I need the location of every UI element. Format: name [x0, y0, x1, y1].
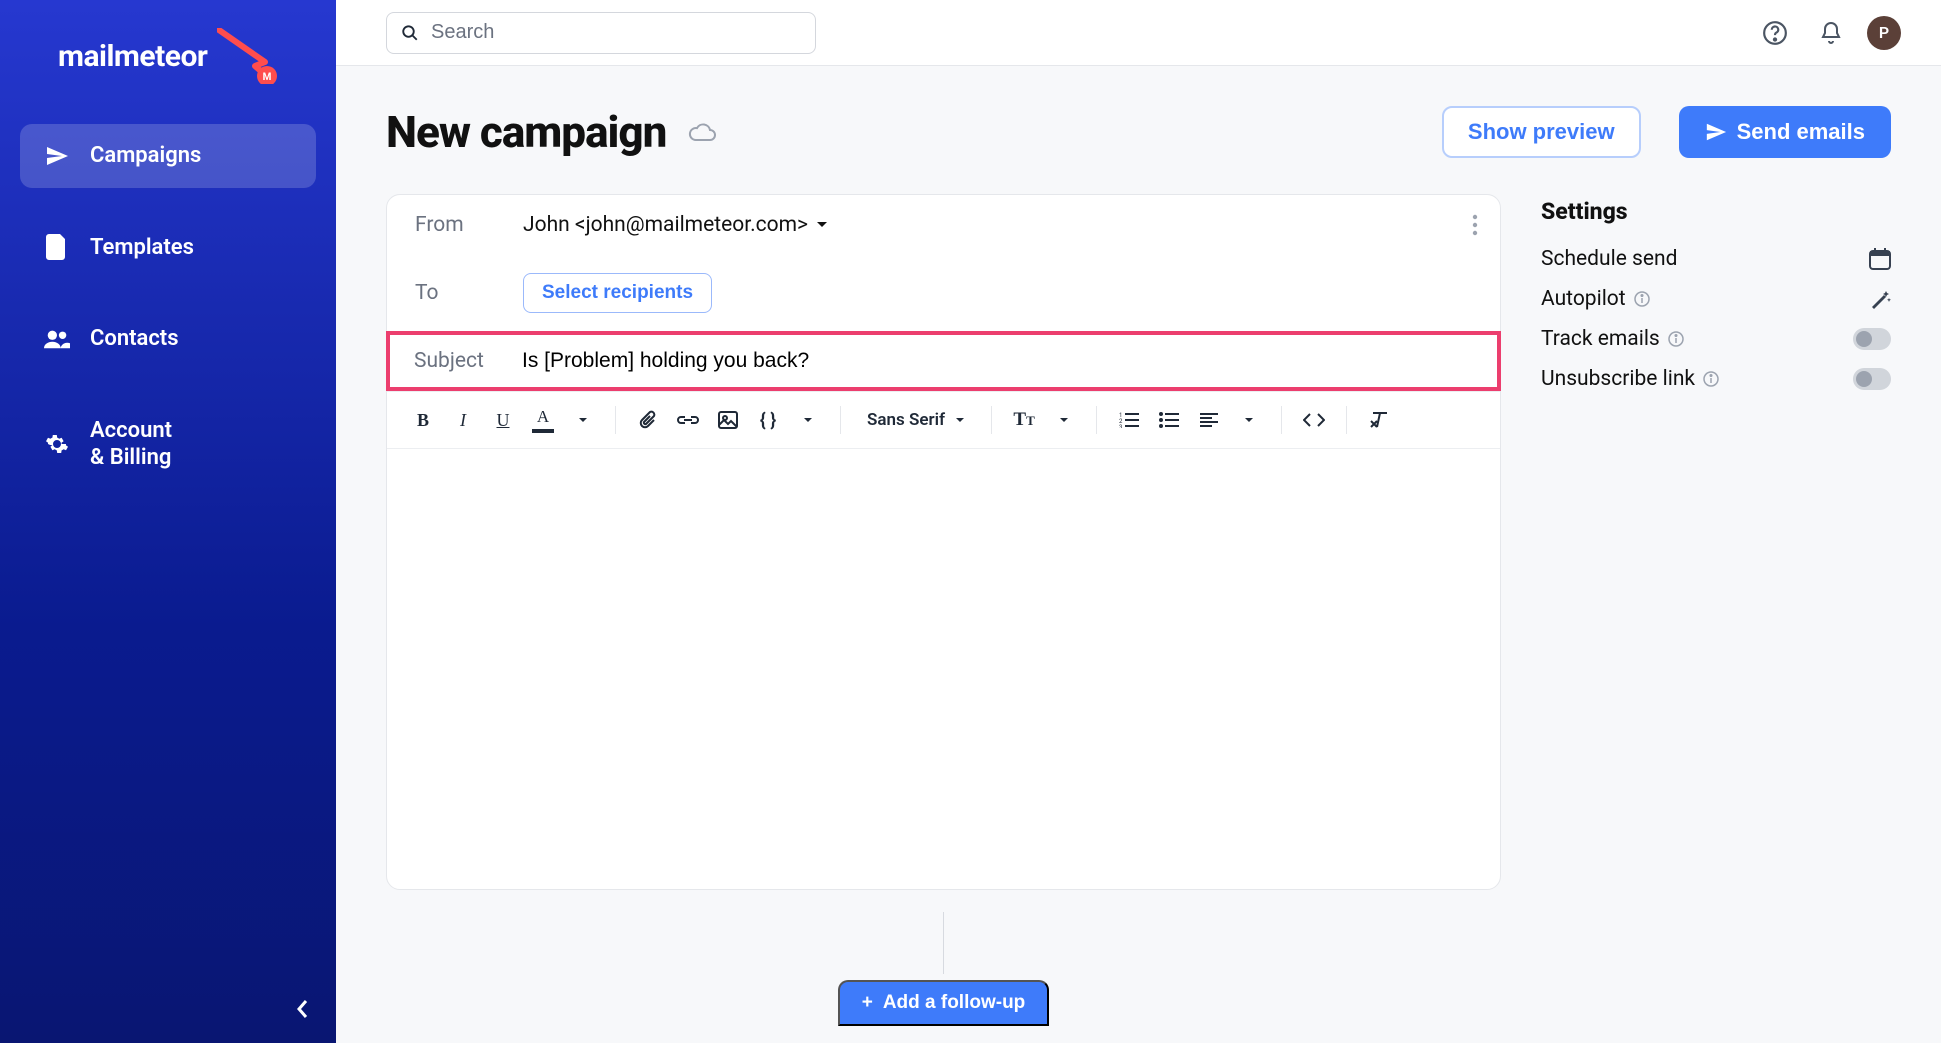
- editor-toolbar: B I U A: [387, 391, 1500, 449]
- from-value: John <john@mailmeteor.com>: [523, 213, 808, 237]
- svg-text:3: 3: [1119, 424, 1122, 428]
- align-caret[interactable]: [1231, 402, 1267, 438]
- svg-text:M: M: [263, 72, 272, 83]
- text-color-button[interactable]: A: [525, 402, 561, 438]
- setting-label: Track emails: [1541, 327, 1660, 351]
- meteor-icon: M: [217, 28, 277, 84]
- gear-icon: [44, 432, 70, 456]
- composer-card: From John <john@mailmeteor.com> To: [386, 194, 1501, 890]
- setting-label: Schedule send: [1541, 247, 1677, 271]
- button-label: Show preview: [1468, 119, 1615, 145]
- sidebar-item-label: Campaigns: [90, 142, 201, 170]
- page-header: New campaign Show preview Send emails: [386, 106, 1891, 158]
- help-button[interactable]: [1755, 13, 1795, 53]
- sidebar-item-account-billing[interactable]: Account & Billing: [20, 399, 316, 490]
- button-label: Add a follow-up: [883, 992, 1025, 1014]
- button-label: Send emails: [1737, 119, 1865, 145]
- caret-down-icon: [816, 221, 828, 229]
- calendar-icon[interactable]: [1869, 248, 1891, 270]
- font-name: Sans Serif: [867, 410, 945, 430]
- setting-schedule-send[interactable]: Schedule send: [1541, 247, 1891, 271]
- search-icon: [401, 24, 419, 42]
- info-icon: [1668, 331, 1684, 347]
- send-icon: [1705, 121, 1727, 143]
- avatar-initial: P: [1879, 23, 1889, 42]
- add-followup-button[interactable]: + Add a follow-up: [838, 980, 1050, 1026]
- search-box[interactable]: [386, 12, 816, 54]
- bold-button[interactable]: B: [405, 402, 441, 438]
- setting-label: Unsubscribe link: [1541, 367, 1695, 391]
- toggle-track-emails[interactable]: [1853, 328, 1891, 350]
- unordered-list-button[interactable]: [1151, 402, 1187, 438]
- text-size-caret[interactable]: [1046, 402, 1082, 438]
- image-button[interactable]: [710, 402, 746, 438]
- subject-input[interactable]: [522, 349, 1461, 373]
- font-selector[interactable]: Sans Serif: [855, 410, 977, 430]
- row-overflow-menu[interactable]: [1472, 214, 1478, 236]
- page-title: New campaign: [386, 106, 666, 158]
- settings-title: Settings: [1541, 198, 1891, 225]
- variables-button[interactable]: { }: [750, 402, 786, 438]
- variables-caret[interactable]: [790, 402, 826, 438]
- sidebar-collapse-button[interactable]: [296, 999, 310, 1019]
- sidebar-item-label: Contacts: [90, 325, 179, 353]
- info-icon: [1634, 291, 1650, 307]
- from-row: From John <john@mailmeteor.com>: [387, 195, 1500, 255]
- send-icon: [44, 144, 70, 168]
- send-emails-button[interactable]: Send emails: [1679, 106, 1891, 158]
- sidebar-nav: Campaigns Templates Contacts Account & B…: [0, 124, 336, 518]
- from-label: From: [415, 213, 523, 237]
- subject-row: Subject: [386, 331, 1501, 391]
- setting-autopilot[interactable]: Autopilot: [1541, 287, 1891, 311]
- magic-wand-icon[interactable]: [1869, 288, 1891, 310]
- sidebar-item-contacts[interactable]: Contacts: [20, 307, 316, 371]
- sidebar-item-label: Templates: [90, 234, 194, 262]
- select-recipients-button[interactable]: Select recipients: [523, 273, 712, 313]
- attachment-button[interactable]: [630, 402, 666, 438]
- file-icon: [44, 234, 70, 260]
- cloud-saved-icon: [688, 120, 718, 144]
- subject-label: Subject: [414, 349, 522, 373]
- text-color-caret[interactable]: [565, 402, 601, 438]
- to-row: To Select recipients: [387, 255, 1500, 331]
- setting-track-emails[interactable]: Track emails: [1541, 327, 1891, 351]
- italic-button[interactable]: I: [445, 402, 481, 438]
- ordered-list-button[interactable]: 123: [1111, 402, 1147, 438]
- toggle-unsubscribe[interactable]: [1853, 368, 1891, 390]
- followup-connector: [943, 912, 944, 974]
- settings-panel: Settings Schedule send Autopilot: [1541, 194, 1891, 407]
- search-input[interactable]: [431, 21, 801, 44]
- plus-icon: +: [862, 992, 873, 1014]
- show-preview-button[interactable]: Show preview: [1442, 106, 1641, 158]
- logo-text: mailmeteor: [58, 39, 207, 74]
- logo[interactable]: mailmeteor M: [0, 28, 336, 124]
- sidebar-item-campaigns[interactable]: Campaigns: [20, 124, 316, 188]
- align-button[interactable]: [1191, 402, 1227, 438]
- topbar: P: [336, 0, 1941, 66]
- sidebar: mailmeteor M Campaigns Templates: [0, 0, 336, 1043]
- setting-label: Autopilot: [1541, 287, 1626, 311]
- code-view-button[interactable]: [1296, 402, 1332, 438]
- sidebar-item-templates[interactable]: Templates: [20, 216, 316, 280]
- link-button[interactable]: [670, 402, 706, 438]
- text-size-button[interactable]: TT: [1006, 402, 1042, 438]
- info-icon: [1703, 371, 1719, 387]
- button-label: Select recipients: [542, 282, 693, 304]
- clear-formatting-button[interactable]: [1361, 402, 1397, 438]
- email-body-editor[interactable]: [387, 449, 1500, 889]
- avatar[interactable]: P: [1867, 16, 1901, 50]
- to-label: To: [415, 281, 523, 305]
- from-selector[interactable]: John <john@mailmeteor.com>: [523, 213, 828, 237]
- underline-button[interactable]: U: [485, 402, 521, 438]
- setting-unsubscribe-link[interactable]: Unsubscribe link: [1541, 367, 1891, 391]
- sidebar-item-label: Account & Billing: [90, 417, 172, 472]
- people-icon: [44, 329, 70, 349]
- notifications-button[interactable]: [1811, 13, 1851, 53]
